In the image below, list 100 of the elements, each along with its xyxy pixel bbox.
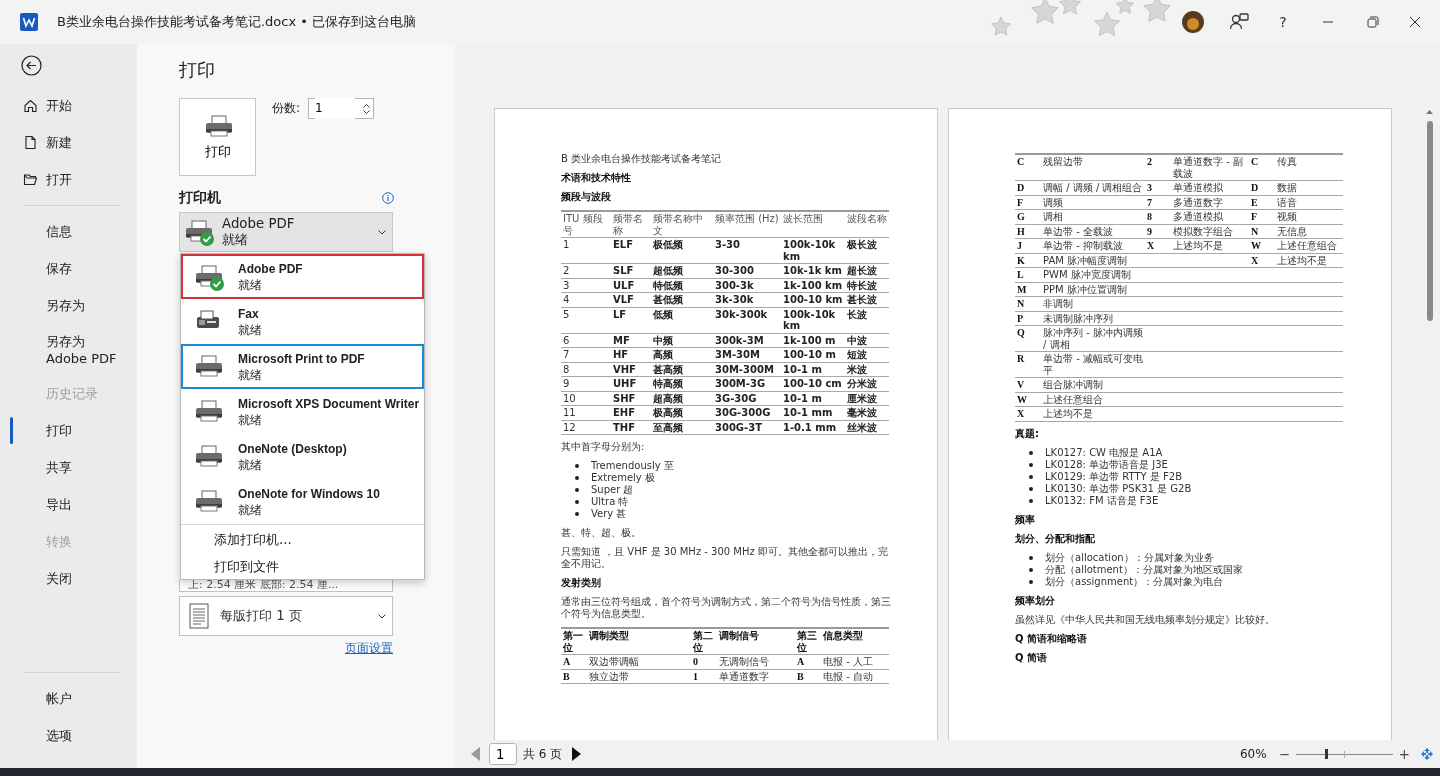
nav-item[interactable]: 选项 <box>0 717 137 754</box>
bullet-icon <box>1029 579 1033 584</box>
table-cell: 5 <box>561 307 611 333</box>
zoom-slider-thumb[interactable] <box>1324 749 1328 759</box>
table-cell: THF <box>611 420 651 435</box>
table-cell: N <box>1015 296 1041 311</box>
table-cell: 电报 - 人工 <box>821 654 889 669</box>
table-cell: 上述均不是 <box>1171 238 1249 253</box>
page-icon <box>188 603 210 629</box>
avatar-icon[interactable] <box>1182 11 1204 33</box>
table-cell: 单通道数字 - 副载波 <box>1171 154 1249 181</box>
paragraph: 其中首字母分别为: <box>561 441 646 453</box>
zoom-in-button[interactable]: + <box>1398 746 1410 762</box>
table-cell: 300k-3M <box>713 333 781 348</box>
table-cell: 调相 <box>1041 209 1145 224</box>
pages-per-sheet-dropdown[interactable]: 每版打印 1 页 <box>179 596 393 636</box>
close-icon[interactable] <box>1408 16 1421 28</box>
document-icon <box>23 135 38 150</box>
bullet-icon <box>575 488 579 492</box>
nav-item[interactable]: 另存为 <box>0 287 137 324</box>
printer-dropdown[interactable]: Adobe PDF 就绪 <box>179 212 393 252</box>
column-header: 频率范围 (Hz) <box>713 211 781 238</box>
table-cell: 10-1 m <box>781 391 845 406</box>
printer-option[interactable]: Adobe PDF 就绪 <box>181 254 424 299</box>
nav-item[interactable]: 导出 <box>0 486 137 523</box>
restore-icon[interactable] <box>1367 16 1379 28</box>
printer-option[interactable]: Fax 就绪 <box>181 299 424 344</box>
table-cell: 高频 <box>651 347 713 362</box>
printer-option[interactable]: Microsoft XPS Document Writer 就绪 <box>181 389 424 434</box>
table-cell: 上述任意组合 <box>1041 392 1145 407</box>
people-icon[interactable] <box>1229 12 1249 32</box>
bullet-icon <box>1029 474 1033 479</box>
help-button[interactable]: ? <box>1279 14 1287 30</box>
table-cell: 3 <box>1145 180 1171 195</box>
table-cell: 8 <box>1145 209 1171 224</box>
down-icon[interactable] <box>363 109 371 114</box>
scroll-up-icon[interactable] <box>1426 110 1433 114</box>
table-cell: 100-10 cm <box>781 376 845 391</box>
word-icon[interactable] <box>20 13 38 31</box>
nav-item[interactable]: 关闭 <box>0 560 137 597</box>
nav-item[interactable]: 开始 <box>0 87 137 124</box>
table-cell: 超长波 <box>845 263 889 278</box>
table-cell: 无调制信号 <box>717 654 795 669</box>
table-cell: 单通道模拟 <box>1171 180 1249 195</box>
table-cell: 超高频 <box>651 391 713 406</box>
nav-item[interactable]: 打开 <box>0 161 137 198</box>
list-item: 划分（assignment）：分属对象为电台 <box>1045 575 1224 588</box>
paragraph: 甚、特、超、极。 <box>561 527 642 539</box>
nav-item[interactable]: 另存为 Adobe PDF <box>0 324 137 375</box>
table-cell: H <box>1015 224 1041 239</box>
page-number-field[interactable]: 1 <box>489 743 517 765</box>
nav-item[interactable]: 打印 <box>0 412 137 449</box>
table-cell: VLF <box>611 292 651 307</box>
printer-option[interactable]: Microsoft Print to PDF 就绪 <box>181 344 424 389</box>
nav-item[interactable]: 保存 <box>0 250 137 287</box>
table-cell: 数据 <box>1275 180 1343 195</box>
table-cell: 30G-300G <box>713 405 781 420</box>
table-cell: 1 <box>561 237 611 264</box>
table-cell: B <box>795 669 821 684</box>
column-header: 信息类型 <box>821 628 889 655</box>
table-cell: 单边带 - 抑制载波 <box>1041 238 1145 253</box>
table-cell: 视频 <box>1275 209 1343 224</box>
table-cell: MF <box>611 333 651 348</box>
table-cell: 1k-100 m <box>781 333 845 348</box>
menu-item[interactable]: 添加打印机... <box>181 525 424 552</box>
list-item: 划分（allocation）：分属对象为业务 <box>1045 551 1214 564</box>
next-page-icon[interactable] <box>572 747 582 761</box>
table-cell: 30k-300k <box>713 307 781 333</box>
menu-item[interactable]: 打印到文件 <box>181 552 424 579</box>
nav-item[interactable]: 共享 <box>0 449 137 486</box>
printer-option[interactable]: OneNote (Desktop) 就绪 <box>181 434 424 479</box>
page-heading: 打印 <box>179 59 216 81</box>
up-icon[interactable] <box>363 103 371 108</box>
nav-item[interactable]: 新建 <box>0 124 137 161</box>
print-button[interactable]: 打印 <box>179 98 256 176</box>
fit-page-icon[interactable] <box>1420 747 1434 761</box>
table-cell: 9 <box>561 376 611 391</box>
bullet-icon <box>1029 450 1033 455</box>
page-setup-link[interactable]: 页面设置 <box>345 641 393 655</box>
table-cell: 语音 <box>1275 195 1343 210</box>
table-cell: 中频 <box>651 333 713 348</box>
section-heading: 划分、分配和指配 <box>1015 532 1096 545</box>
table-cell: 11 <box>561 405 611 420</box>
copies-field[interactable]: 1 <box>308 98 375 119</box>
table-cell: 短波 <box>845 347 889 362</box>
nav-item[interactable]: 信息 <box>0 213 137 250</box>
paragraph: 只需知道 ，且 VHF 是 30 MHz - 300 MHz 即可。其他全都可以推出，完全不用记。 <box>561 546 889 570</box>
zoom-out-button[interactable]: − <box>1278 746 1290 762</box>
printer-option[interactable]: OneNote for Windows 10 就绪 <box>181 479 424 524</box>
table-cell: F <box>1249 209 1275 224</box>
table-cell: 甚长波 <box>845 292 889 307</box>
bullet-icon <box>575 476 579 480</box>
copies-label: 份数: <box>272 100 301 117</box>
back-icon[interactable] <box>21 55 42 76</box>
table-cell: 传真 <box>1275 154 1343 181</box>
scrollbar-thumb[interactable] <box>1426 121 1433 321</box>
zoom-slider[interactable] <box>1295 747 1393 761</box>
column-header: 波长范围 <box>781 211 845 238</box>
table-cell: 甚低频 <box>651 292 713 307</box>
nav-item[interactable]: 帐户 <box>0 680 137 717</box>
